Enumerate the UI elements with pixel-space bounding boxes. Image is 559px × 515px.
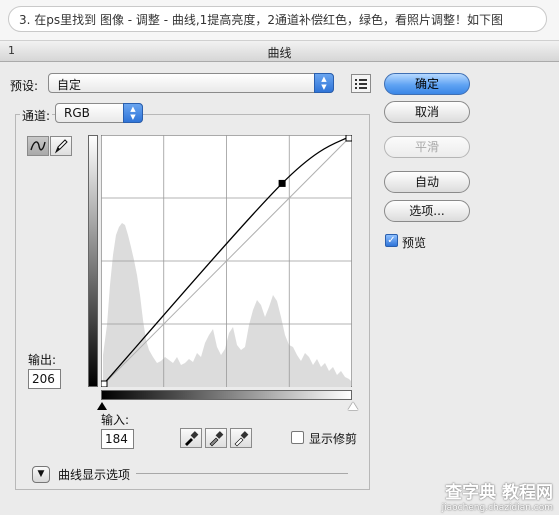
pencil-tool-button[interactable]	[50, 136, 72, 156]
curve-control-point[interactable]	[101, 380, 108, 387]
eyedropper-black-icon	[185, 431, 199, 446]
preset-label: 预设:	[10, 79, 39, 93]
white-point-slider[interactable]	[348, 402, 358, 410]
preview-label: 预览	[402, 236, 427, 250]
auto-button[interactable]: 自动	[384, 171, 470, 193]
curve-point-tool-button[interactable]	[27, 136, 49, 156]
chevron-updown-icon: ▲ ▼	[123, 103, 143, 123]
preset-options-button[interactable]	[351, 74, 371, 93]
input-gradient-bar	[101, 390, 352, 400]
dialog-title: 曲线	[267, 46, 292, 60]
eyedropper-gray-icon	[209, 431, 224, 447]
input-field[interactable]: 184	[101, 429, 134, 449]
cancel-button[interactable]: 取消	[384, 101, 470, 123]
preview-checkbox[interactable]: ✓	[385, 234, 398, 247]
disclosure-triangle-button[interactable]: ▼	[32, 466, 50, 483]
curve-control-point[interactable]	[345, 135, 352, 142]
input-label: 输入:	[101, 413, 130, 427]
black-eyedropper-button[interactable]	[180, 428, 202, 448]
curve-display-options-label: 曲线显示选项	[58, 468, 131, 482]
channel-label: 通道:	[20, 107, 53, 124]
curve-control-point-active[interactable]	[278, 179, 286, 187]
curve-graph[interactable]	[101, 135, 352, 387]
watermark: 查字典 教程网 jiaocheng.chazidian.com	[442, 478, 553, 513]
pencil-icon	[54, 139, 68, 154]
preset-select[interactable]: 自定 ▲ ▼	[48, 73, 334, 93]
output-gradient-bar	[88, 135, 98, 387]
gray-eyedropper-button[interactable]	[205, 428, 227, 448]
black-point-slider[interactable]	[97, 402, 107, 410]
chevron-updown-icon: ▲ ▼	[314, 73, 334, 93]
preset-value: 自定	[57, 78, 82, 92]
list-menu-icon	[355, 79, 367, 89]
instruction-text: 3. 在ps里找到 图像 - 调整 - 曲线,1提高亮度，2通道补偿红色，绿色，…	[8, 6, 547, 32]
channel-select[interactable]: RGB ▲ ▼	[55, 103, 143, 123]
watermark-title: 查字典 教程网	[445, 483, 553, 503]
output-field[interactable]: 206	[28, 369, 61, 389]
show-clipping-checkbox[interactable]	[291, 431, 304, 444]
ok-button[interactable]: 确定	[384, 73, 470, 95]
watermark-url: jiaocheng.chazidian.com	[441, 503, 553, 513]
output-label: 输出:	[28, 353, 57, 367]
dialog-titlebar: 1 曲线	[0, 41, 559, 62]
divider-line	[136, 473, 348, 474]
curve-icon	[30, 141, 46, 151]
channel-value: RGB	[64, 106, 90, 120]
show-clipping-label: 显示修剪	[309, 432, 358, 446]
eyedropper-white-icon	[234, 431, 249, 447]
options-button[interactable]: 选项...	[384, 200, 470, 222]
smooth-button[interactable]: 平滑	[384, 136, 470, 158]
instruction-bar: 3. 在ps里找到 图像 - 调整 - 曲线,1提高亮度，2通道补偿红色，绿色，…	[0, 0, 559, 41]
white-eyedropper-button[interactable]	[230, 428, 252, 448]
triangle-down-icon: ▼	[37, 469, 45, 479]
